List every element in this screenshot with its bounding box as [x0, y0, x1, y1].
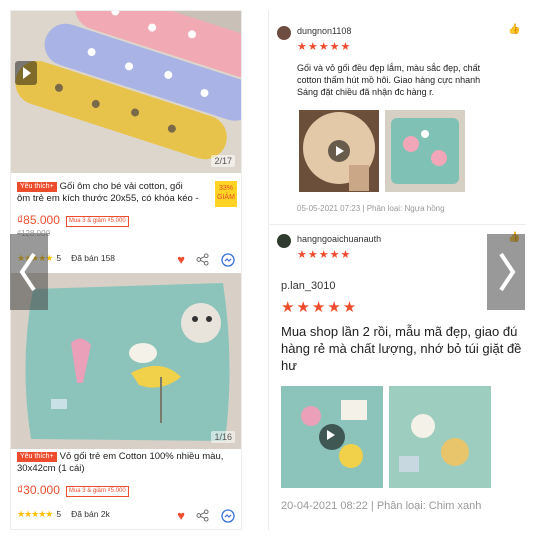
play-video-icon[interactable] — [319, 424, 345, 450]
product-meta-row: ★★★★★5Đã bán 158 ♥ — [17, 253, 239, 267]
avatar — [277, 26, 291, 40]
comment-line: Mua shop lần 2 rồi, mẫu mã đẹp, giao đú — [281, 324, 518, 339]
share-icon[interactable] — [196, 509, 209, 522]
review-stars: ★★★★★ — [281, 299, 359, 316]
promo-tag: Mua 3 & giảm ₫5.000 — [65, 216, 129, 227]
comment-line: Sáng đặt chiều đã nhận đc hàng r. — [297, 87, 435, 97]
promo-tag: Mua 3 & giảm ₫5.000 — [65, 486, 129, 497]
divider — [269, 224, 526, 225]
discount-badge: 33% GIẢM — [215, 181, 237, 207]
comment-line: Gối và vỏ gối đều đẹp lắm, màu sắc đẹp, … — [297, 63, 481, 73]
price-row: ₫85.000 Mua 3 & giảm ₫5.000 — [17, 213, 129, 227]
product-price: ₫85.000 — [17, 213, 60, 227]
favorite-badge: Yêu thích+ — [17, 452, 57, 462]
screenshot-stage: 2/17 Yêu thích+ Gối ôm cho bé vải cotton,… — [0, 0, 536, 536]
share-icon[interactable] — [196, 253, 209, 266]
sold-count: Đã bán 2k — [71, 509, 110, 519]
rating-value: 5 — [56, 509, 62, 519]
product-title-line: Gối ôm cho bé vải cotton, gối — [59, 181, 183, 192]
reviewer-username: dungnon1108 — [297, 26, 352, 36]
avatar — [277, 234, 291, 248]
next-arrow-button[interactable] — [487, 234, 525, 310]
heart-icon[interactable]: ♥ — [177, 253, 185, 266]
product-title-line: Vỏ gối trẻ em Cotton 100% nhiều màu, — [59, 451, 224, 462]
review-stars: ★★★★★ — [297, 41, 352, 53]
chevron-right-icon — [499, 252, 516, 292]
rating-value: 5 — [56, 253, 62, 263]
review-comment: Mua shop lần 2 rồi, mẫu mã đẹp, giao đú … — [281, 323, 526, 374]
chat-icon[interactable] — [221, 509, 235, 523]
thumbs-up-icon[interactable]: 👍 — [508, 24, 520, 36]
review-video-thumbnail[interactable] — [281, 386, 383, 488]
image-pager: 2/17 — [211, 155, 235, 167]
product-title[interactable]: Yêu thích+ Vỏ gối trẻ em Cotton 100% nhiề… — [17, 451, 237, 475]
play-video-icon[interactable] — [328, 140, 350, 162]
review-video-thumbnail[interactable] — [299, 110, 379, 192]
comment-line: cotton thấm hút mồ hôi. Giao hàng cực nh… — [297, 75, 481, 85]
reviewer-username: hangngoaichuanauth — [297, 234, 382, 244]
chevron-left-icon — [19, 252, 36, 292]
review-date: 20-04-2021 08:22 | Phân loại: Chim xanh — [281, 500, 482, 512]
product-price: ₫30.000 — [17, 483, 60, 497]
previous-arrow-button[interactable] — [10, 234, 48, 310]
favorite-badge: Yêu thích+ — [17, 182, 57, 192]
price-row: ₫30.000 Mua 3 & giảm ₫5.000 — [17, 483, 129, 497]
product-title[interactable]: Yêu thích+ Gối ôm cho bé vải cotton, gối … — [17, 181, 237, 207]
product-meta-row: ★★★★★ 5 Đã bán 2k ♥ — [17, 509, 239, 523]
product-image-bolster-pillows[interactable]: 2/17 — [11, 11, 241, 173]
rating-stars: ★★★★★ — [17, 509, 53, 519]
review-comment: Gối và vỏ gối đều đẹp lắm, màu sắc đẹp, … — [297, 62, 521, 98]
comment-line: hàng rẻ mà chất lượng, nhớ bỏ túi giặt đ… — [281, 341, 522, 356]
comment-line: hư — [281, 358, 297, 373]
review-stars: ★★★★★ — [297, 249, 352, 261]
review-date: 05-05-2021 07:23 | Phân loại: Ngựa hồng — [297, 204, 445, 213]
reviewer-username: p.lan_3010 — [281, 280, 336, 292]
play-video-icon[interactable] — [15, 61, 37, 85]
review-photo-thumbnail[interactable] — [385, 110, 465, 192]
product-title-line: 30x42cm (1 cái) — [17, 463, 85, 474]
image-pager: 1/16 — [211, 431, 235, 443]
review-photo-thumbnail[interactable] — [389, 386, 491, 488]
sold-count: Đã bán 158 — [71, 253, 116, 263]
product-title-line: ôm trẻ em kích thước 20x55, có khóa kéo … — [17, 193, 199, 204]
heart-icon[interactable]: ♥ — [177, 509, 185, 522]
chat-icon[interactable] — [221, 253, 235, 267]
